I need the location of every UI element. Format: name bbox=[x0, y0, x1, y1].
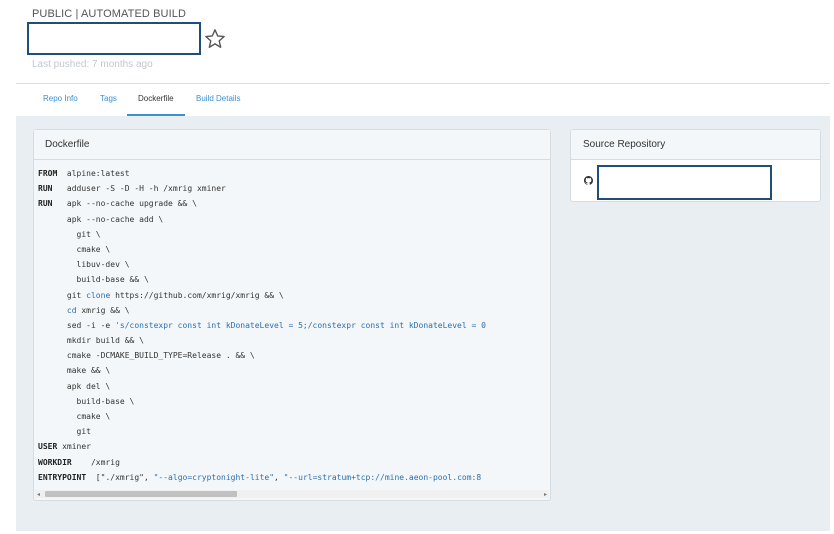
code-text: build-base && \ bbox=[38, 275, 149, 285]
code-line: mkdir build && \ bbox=[38, 333, 550, 348]
code-text: git bbox=[38, 290, 87, 300]
scroll-right-arrow-icon[interactable]: ▸ bbox=[544, 491, 547, 498]
code-text: apk --no-cache add \ bbox=[38, 214, 164, 224]
code-text: git \ bbox=[38, 229, 101, 239]
code-text: clone bbox=[86, 290, 111, 300]
source-repository-title: Source Repository bbox=[571, 130, 820, 160]
code-text: 's/constexpr const int kDonateLevel = 5;… bbox=[115, 320, 486, 330]
code-text: https://github.com/xmrig/xmrig && \ bbox=[110, 290, 284, 300]
star-icon[interactable] bbox=[204, 28, 226, 50]
header-divider bbox=[16, 83, 830, 84]
scrollbar-thumb[interactable] bbox=[45, 491, 237, 497]
code-text: xmrig && \ bbox=[76, 305, 130, 315]
code-text: build-base \ bbox=[38, 396, 135, 406]
code-text: cd bbox=[66, 305, 77, 315]
code-line: sed -i -e 's/constexpr const int kDonate… bbox=[38, 318, 550, 333]
code-text: cmake -DCMAKE_BUILD_TYPE=Release . && \ bbox=[38, 351, 255, 361]
github-icon bbox=[584, 176, 593, 185]
code-text: mkdir build && \ bbox=[38, 336, 144, 346]
code-text: cmake \ bbox=[38, 244, 111, 254]
code-text: , bbox=[274, 472, 284, 482]
horizontal-scrollbar[interactable]: ◂ ▸ bbox=[35, 490, 549, 498]
code-line: make && \ bbox=[38, 363, 550, 378]
code-line: libuv-dev \ bbox=[38, 257, 550, 272]
code-line: apk --no-cache add \ bbox=[38, 212, 550, 227]
code-line: ENTRYPOINT ["./xmrig", "--algo=cryptonig… bbox=[38, 470, 550, 484]
dockerfile-code[interactable]: FROM alpine:latest RUN adduser -S -D -H -… bbox=[38, 166, 550, 484]
code-text: "--url=stratum+tcp://mine.aeon-pool.com:… bbox=[283, 472, 482, 482]
code-line: WORKDIR /xmrig bbox=[38, 455, 550, 470]
code-keyword: RUN bbox=[38, 199, 53, 209]
repo-visibility-label: PUBLIC | AUTOMATED BUILD bbox=[32, 8, 186, 20]
code-text: apk del \ bbox=[38, 381, 111, 391]
dockerfile-panel-title: Dockerfile bbox=[34, 130, 550, 160]
code-line: RUN apk --no-cache upgrade && \ bbox=[38, 196, 550, 211]
code-keyword: USER bbox=[38, 442, 58, 452]
scroll-left-arrow-icon[interactable]: ◂ bbox=[37, 491, 40, 498]
code-line: git clone https://github.com/xmrig/xmrig… bbox=[38, 288, 550, 303]
code-line: RUN adduser -S -D -H -h /xmrig xminer bbox=[38, 181, 550, 196]
code-line: cmake \ bbox=[38, 409, 550, 424]
code-line: build-base && \ bbox=[38, 272, 550, 287]
code-text: apk --no-cache upgrade && \ bbox=[52, 199, 197, 209]
repo-header: PUBLIC | AUTOMATED BUILD Last pushed: 7 … bbox=[0, 0, 834, 84]
code-text: make && \ bbox=[38, 366, 111, 376]
tab-repo-info[interactable]: Repo Info bbox=[43, 94, 78, 103]
tab-build-details[interactable]: Build Details bbox=[196, 94, 240, 103]
code-line: build-base \ bbox=[38, 394, 550, 409]
code-text: ["./xmrig", bbox=[86, 472, 154, 482]
code-keyword: FROM bbox=[38, 169, 58, 178]
code-line: cd xmrig && \ bbox=[38, 303, 550, 318]
code-line: cmake \ bbox=[38, 242, 550, 257]
source-repository-link-redacted[interactable] bbox=[597, 165, 772, 200]
code-line: git bbox=[38, 424, 550, 439]
source-repository-panel: Source Repository bbox=[570, 129, 821, 202]
code-text: libuv-dev \ bbox=[38, 260, 130, 270]
code-line: USER xminer bbox=[38, 439, 550, 454]
repo-name-redacted bbox=[27, 22, 201, 55]
last-pushed-text: Last pushed: 7 months ago bbox=[32, 59, 153, 70]
code-text: cmake \ bbox=[38, 412, 111, 421]
code-text: xminer bbox=[57, 442, 91, 452]
code-keyword: ENTRYPOINT bbox=[38, 472, 87, 482]
code-keyword: WORKDIR bbox=[38, 457, 72, 467]
code-text: adduser -S -D -H -h /xmrig xminer bbox=[52, 184, 226, 194]
dockerfile-panel: Dockerfile FROM alpine:latest RUN adduser… bbox=[33, 129, 551, 501]
code-line: FROM alpine:latest bbox=[38, 166, 550, 181]
code-text: "--algo=cryptonight-lite" bbox=[153, 472, 275, 482]
tab-dockerfile[interactable]: Dockerfile bbox=[138, 94, 174, 103]
code-text: alpine:latest bbox=[57, 169, 130, 178]
code-text: git bbox=[38, 427, 91, 437]
code-text: sed -i -e bbox=[38, 320, 116, 330]
code-line: apk del \ bbox=[38, 379, 550, 394]
tab-tags[interactable]: Tags bbox=[100, 94, 117, 103]
code-line: git \ bbox=[38, 227, 550, 242]
code-text: /xmrig bbox=[71, 457, 120, 467]
code-line: cmake -DCMAKE_BUILD_TYPE=Release . && \ bbox=[38, 348, 550, 363]
code-keyword: RUN bbox=[38, 184, 53, 194]
